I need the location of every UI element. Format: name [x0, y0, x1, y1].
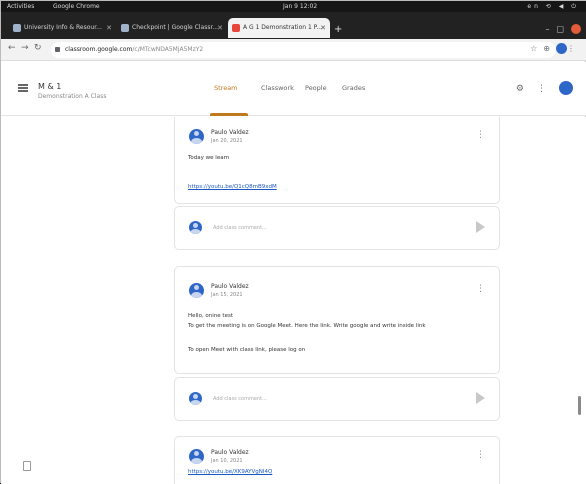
tab-title: A G 1 Demonstration 1 P...	[243, 24, 323, 31]
comment-box: Add class comment...	[174, 206, 500, 250]
maximize-icon[interactable]: □	[556, 25, 571, 34]
post-author: Paulo Valdez	[211, 449, 249, 456]
screen: Activities Google Chrome Jan 9 12:02 en …	[0, 0, 586, 484]
favicon-icon	[121, 24, 129, 32]
close-tab-icon[interactable]: ✕	[320, 18, 326, 38]
window-controls: –□	[545, 24, 581, 34]
author-avatar	[189, 449, 204, 464]
post-options-icon[interactable]: ⋮	[476, 284, 485, 294]
browser-tab[interactable]: University Info & Resour... ✕	[9, 18, 116, 38]
favicon-icon	[13, 24, 21, 32]
apps-grid-icon[interactable]: ⋮	[537, 84, 546, 94]
activities-button[interactable]: Activities	[7, 1, 34, 12]
active-tab-indicator	[210, 113, 248, 116]
reload-icon[interactable]: ↻	[34, 43, 42, 53]
announcement-card: Paulo Valdez Jan 15, 2021 ⋮ Hello, onine…	[174, 266, 500, 374]
commenter-avatar	[189, 221, 202, 234]
tab-classwork[interactable]: Classwork	[261, 84, 294, 92]
app-menu[interactable]: Google Chrome	[53, 1, 100, 12]
url-domain: classroom.google.com	[65, 46, 133, 53]
settings-gear-icon[interactable]: ⚙	[516, 84, 524, 94]
profile-avatar[interactable]	[556, 43, 567, 54]
clock[interactable]: Jan 9 12:02	[283, 1, 317, 12]
favicon-icon	[232, 24, 240, 32]
new-tab-button[interactable]: +	[334, 24, 342, 35]
close-window-icon[interactable]	[571, 24, 581, 34]
minimize-icon[interactable]: –	[545, 25, 556, 34]
comment-input[interactable]: Add class comment...	[213, 394, 433, 404]
announcement-card: Paulo Valdez Jan 10, 2021 ⋮ https://yout…	[174, 436, 500, 484]
post-link[interactable]: https://youtu.be/XK9AYVgNI4Q	[188, 469, 272, 475]
commenter-avatar	[189, 392, 202, 405]
address-toolbar: ← → ↻ classroom.google.com/c/MTcwNDA5MjA…	[1, 39, 586, 61]
browser-tab-active[interactable]: A G 1 Demonstration 1 P... ✕	[228, 18, 330, 38]
post-date: Jan 10, 2021	[211, 458, 243, 464]
tab-title: Checkpoint | Google Classr...	[132, 24, 219, 31]
post-author: Paulo Valdez	[211, 283, 249, 290]
post-text: To get the meeting is on Google Meet. He…	[188, 323, 426, 329]
announcement-card: Paulo Valdez Jan 20, 2021 ⋮ Today we lea…	[174, 117, 500, 204]
lock-icon	[55, 47, 60, 52]
tab-stream[interactable]: Stream	[214, 84, 238, 92]
header-actions: ⚙ ⋮	[503, 81, 573, 95]
star-icon[interactable]: ☆	[530, 44, 543, 53]
post-text: Hello, onine test	[188, 313, 233, 319]
post-text: To open Meet with class link, please log…	[188, 347, 306, 353]
classroom-header: M & 1 Demonstration A Class Stream Class…	[1, 62, 586, 116]
post-options-icon[interactable]: ⋮	[476, 450, 485, 460]
send-icon[interactable]	[476, 221, 485, 233]
close-tab-icon[interactable]: ✕	[106, 18, 112, 38]
url-path: /c/MTcwNDA5MjA5MzY2	[132, 46, 204, 53]
tab-grades[interactable]: Grades	[342, 84, 365, 92]
send-icon[interactable]	[476, 392, 485, 404]
scrollbar-thumb[interactable]	[578, 396, 581, 415]
system-tray[interactable]: en ⟲ ◀ ⏻	[527, 1, 579, 12]
comment-box: Add class comment...	[174, 377, 500, 421]
post-date: Jan 15, 2021	[211, 292, 243, 298]
tab-people[interactable]: People	[305, 84, 327, 92]
menu-kebab-icon[interactable]: ⋮	[567, 44, 581, 53]
account-avatar[interactable]	[559, 81, 573, 95]
post-date: Jan 20, 2021	[211, 138, 243, 144]
post-options-icon[interactable]: ⋮	[476, 130, 485, 140]
system-top-bar: Activities Google Chrome Jan 9 12:02 en …	[1, 1, 586, 12]
browser-tab[interactable]: Checkpoint | Google Classr... ✕	[117, 18, 227, 38]
class-name[interactable]: M & 1	[38, 82, 61, 91]
comment-input[interactable]: Add class comment...	[213, 223, 433, 233]
post-author: Paulo Valdez	[211, 129, 249, 136]
stream-content[interactable]: Paulo Valdez Jan 20, 2021 ⋮ Today we lea…	[1, 117, 586, 484]
toolbar-icons: ☆⊕ ⋮	[530, 43, 581, 54]
author-avatar	[189, 283, 204, 298]
back-icon[interactable]: ←	[8, 43, 16, 53]
close-tab-icon[interactable]: ✕	[217, 18, 223, 38]
address-bar[interactable]: classroom.google.com/c/MTcwNDA5MjA5MzY2	[51, 42, 556, 58]
hamburger-menu-icon[interactable]	[18, 84, 28, 92]
post-link[interactable]: https://youtu.be/Q1cQ8mB9xdM	[188, 184, 277, 190]
author-avatar	[189, 129, 204, 144]
archive-icon[interactable]	[23, 461, 31, 471]
class-subtitle: Demonstration A Class	[38, 93, 107, 100]
tab-title: University Info & Resour...	[24, 24, 102, 31]
extensions-icon[interactable]: ⊕	[543, 44, 556, 53]
post-text: Today we learn	[188, 155, 230, 161]
forward-icon[interactable]: →	[21, 43, 29, 53]
browser-tab-strip: University Info & Resour... ✕ Checkpoint…	[1, 12, 586, 39]
